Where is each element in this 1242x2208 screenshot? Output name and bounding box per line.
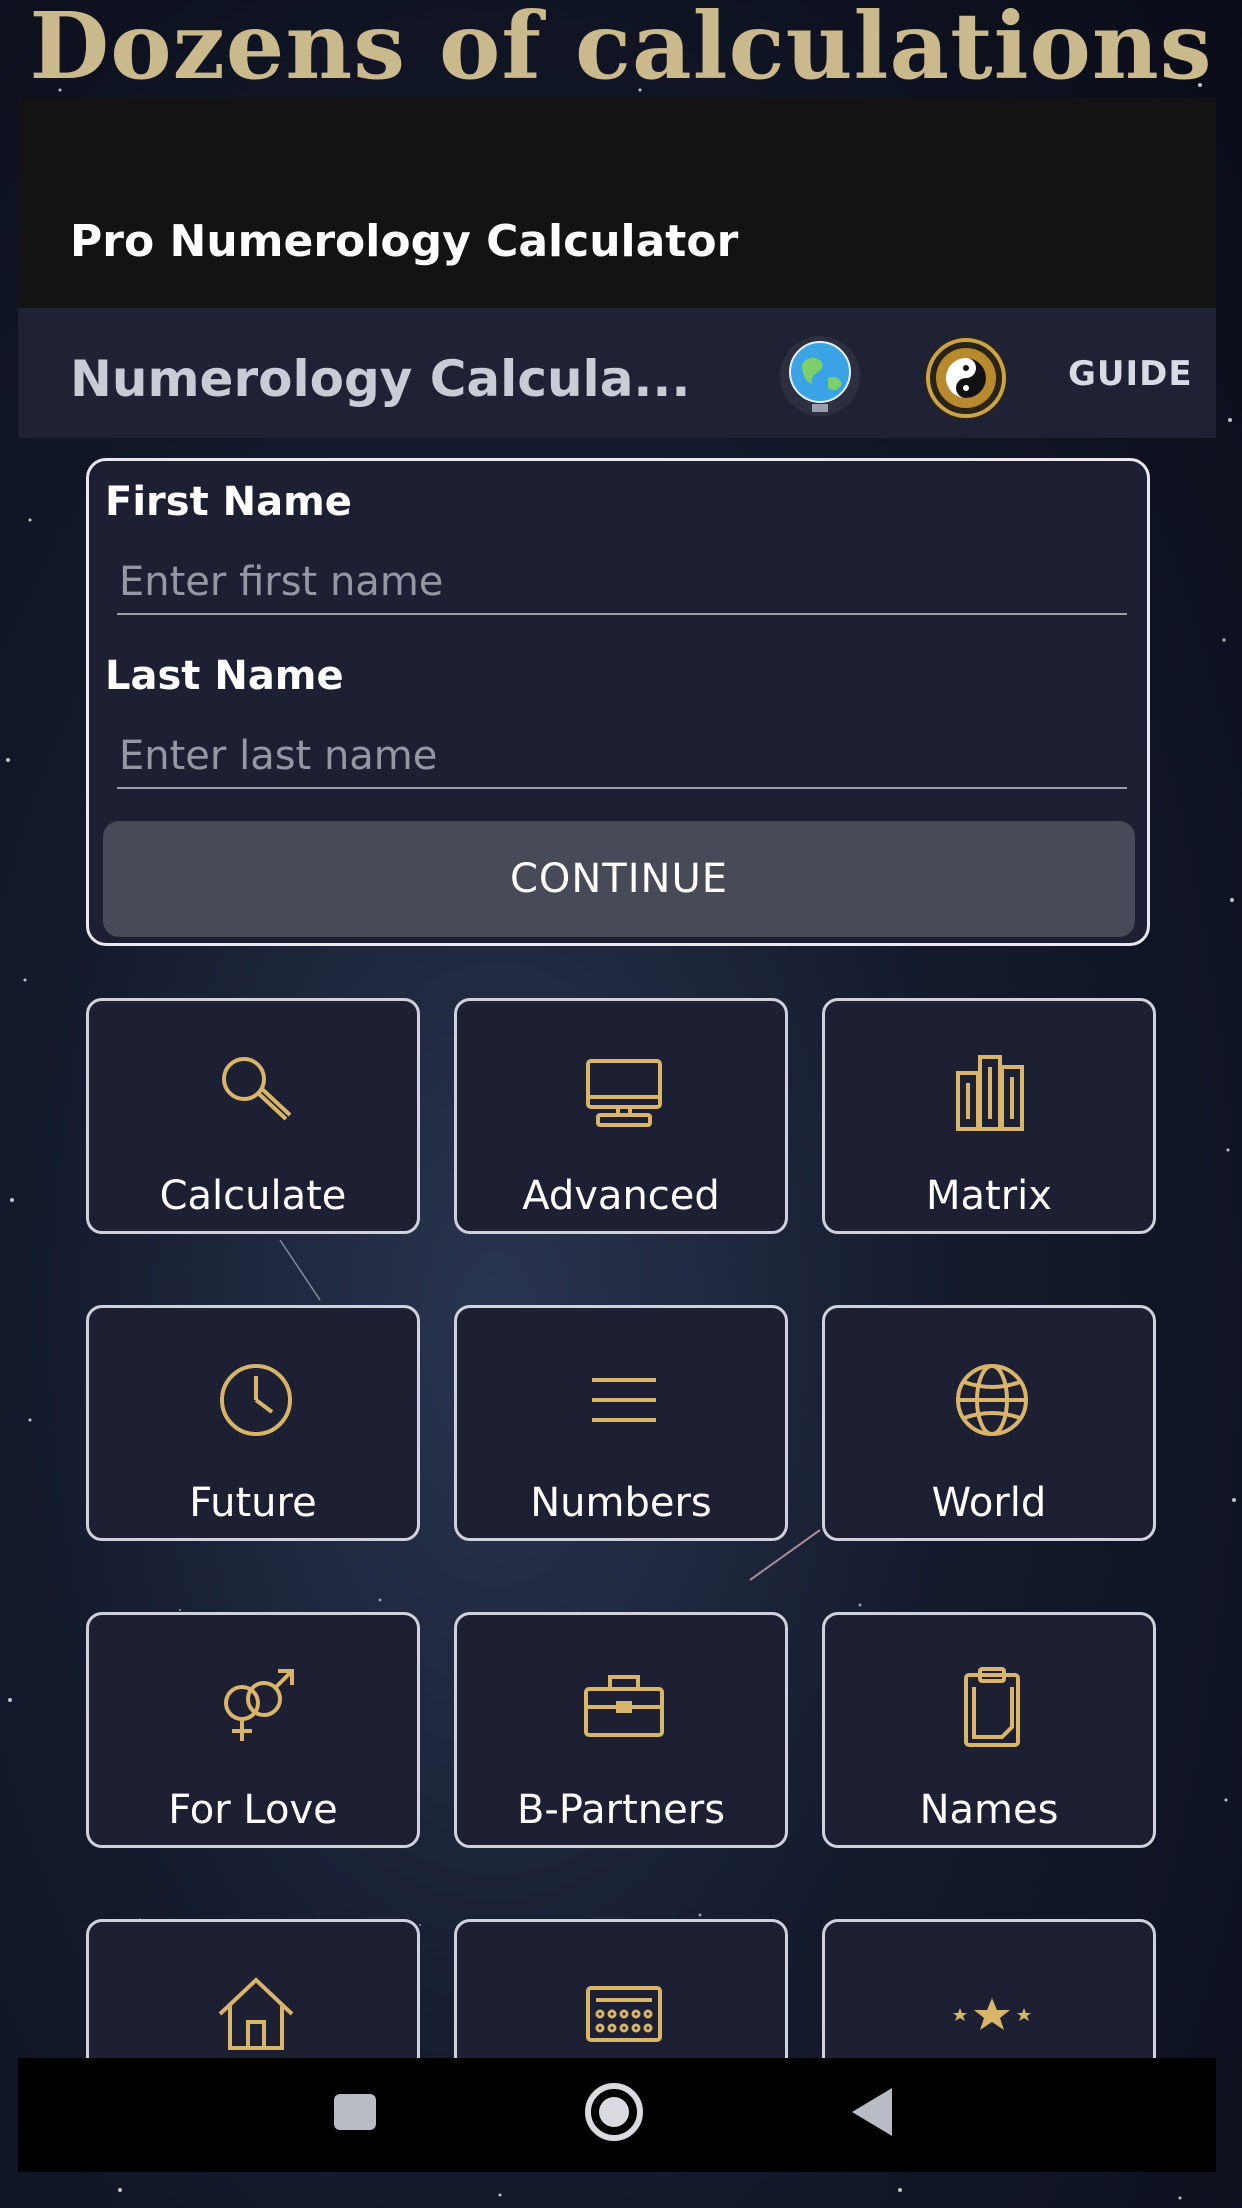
tile-names[interactable]: Names bbox=[822, 1612, 1156, 1848]
globe-language-icon bbox=[780, 336, 860, 416]
last-name-input[interactable] bbox=[117, 725, 1127, 789]
tile-label: Numbers bbox=[530, 1480, 712, 1526]
back-triangle-icon bbox=[852, 2088, 892, 2136]
tile-future[interactable]: Future bbox=[86, 1305, 420, 1541]
briefcase-icon bbox=[584, 1675, 664, 1737]
tile-house[interactable] bbox=[86, 1919, 420, 2058]
tile-calculator[interactable] bbox=[454, 1919, 788, 2058]
clock-icon bbox=[220, 1364, 292, 1436]
tile-label: For Love bbox=[168, 1787, 338, 1833]
system-navigation-bar bbox=[18, 2058, 1216, 2172]
tile-stars[interactable] bbox=[822, 1919, 1156, 2058]
app-header: Pro Numerology Calculator bbox=[18, 98, 1216, 308]
tile-for-love[interactable]: For Love bbox=[86, 1612, 420, 1848]
first-name-label: First Name bbox=[105, 479, 352, 525]
square-icon bbox=[334, 2094, 376, 2130]
toolbar: Numerology Calcula... GUIDE bbox=[18, 308, 1216, 438]
tile-label: B-Partners bbox=[516, 1787, 726, 1833]
yin-yang-icon bbox=[924, 336, 1008, 420]
gender-symbols-icon bbox=[224, 1669, 294, 1741]
books-icon bbox=[956, 1055, 1024, 1131]
tile-label: Names bbox=[919, 1787, 1059, 1833]
tile-label: Matrix bbox=[926, 1173, 1052, 1219]
tile-label: Calculate bbox=[159, 1173, 347, 1219]
calculator-icon bbox=[586, 1986, 662, 2042]
yin-yang-button[interactable] bbox=[918, 332, 1014, 424]
tile-b-partners[interactable]: B-Partners bbox=[454, 1612, 788, 1848]
tile-matrix[interactable]: Matrix bbox=[822, 998, 1156, 1234]
name-form-card: First Name Last Name CONTINUE bbox=[86, 458, 1150, 946]
computer-icon bbox=[586, 1059, 662, 1127]
recents-button[interactable] bbox=[286, 2058, 426, 2172]
lines-icon bbox=[592, 1378, 656, 1422]
app-title: Pro Numerology Calculator bbox=[70, 216, 739, 267]
home-circle-icon bbox=[585, 2083, 643, 2141]
magnifier-icon bbox=[222, 1057, 292, 1121]
tile-calculate[interactable]: Calculate bbox=[86, 998, 420, 1234]
back-button[interactable] bbox=[802, 2058, 942, 2172]
guide-button[interactable]: GUIDE bbox=[1068, 354, 1193, 394]
toolbar-title: Numerology Calcula... bbox=[70, 350, 691, 408]
language-globe-button[interactable] bbox=[772, 332, 868, 420]
continue-button[interactable]: CONTINUE bbox=[103, 821, 1135, 937]
stars-icon bbox=[953, 1998, 1031, 2030]
last-name-label: Last Name bbox=[105, 653, 344, 699]
phone-screen: Pro Numerology Calculator Numerology Cal… bbox=[18, 98, 1216, 2058]
tile-label: Advanced bbox=[522, 1173, 720, 1219]
house-icon bbox=[218, 1977, 294, 2050]
globe-icon bbox=[956, 1364, 1028, 1436]
home-button[interactable] bbox=[544, 2058, 684, 2172]
tile-label: Future bbox=[189, 1480, 317, 1526]
promo-title: Dozens of calculations bbox=[29, 0, 1213, 100]
tile-numbers[interactable]: Numbers bbox=[454, 1305, 788, 1541]
first-name-input[interactable] bbox=[117, 551, 1127, 615]
tile-label: World bbox=[931, 1480, 1047, 1526]
tile-advanced[interactable]: Advanced bbox=[454, 998, 788, 1234]
clipboard-icon bbox=[964, 1667, 1020, 1747]
tile-world[interactable]: World bbox=[822, 1305, 1156, 1541]
